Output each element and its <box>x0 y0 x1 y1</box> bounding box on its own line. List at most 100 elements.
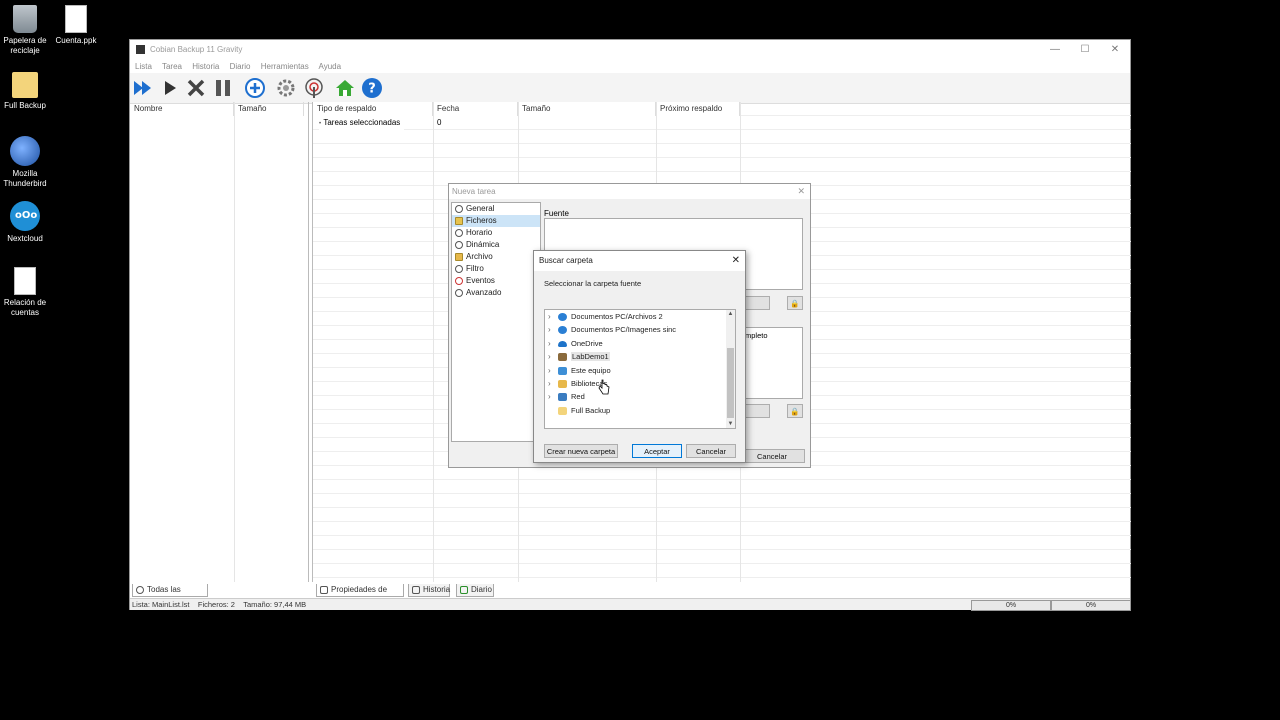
tree-item[interactable]: › Documentos PC/Archivos 2 <box>545 310 735 323</box>
tree-scrollbar[interactable]: ▲ ▼ <box>726 310 735 428</box>
menu-historia[interactable]: Historia <box>192 62 219 71</box>
column-header-nombre[interactable]: Nombre <box>130 102 234 116</box>
scroll-up-icon[interactable]: ▲ <box>726 310 735 318</box>
tree-item[interactable]: › OneDrive <box>545 337 735 350</box>
chevron-right-icon[interactable]: › <box>548 323 551 336</box>
pause-icon[interactable] <box>212 77 234 99</box>
tree-item[interactable]: › LabDemo1 <box>545 350 735 363</box>
accept-button[interactable]: Aceptar <box>632 444 682 458</box>
tree-item[interactable]: › Red <box>545 390 735 403</box>
desktop-icon-recycle-bin[interactable]: Papelera de reciclaje <box>1 5 49 56</box>
browse-folder-dialog: Buscar carpeta ✕ Seleccionar la carpeta … <box>533 250 746 463</box>
schedule-icon <box>455 229 463 237</box>
section-ficheros[interactable]: Ficheros <box>452 215 540 227</box>
section-general[interactable]: General <box>452 203 540 215</box>
tab-label: Diario <box>471 585 492 594</box>
history-icon <box>412 586 420 594</box>
section-filtro[interactable]: Filtro <box>452 263 540 275</box>
desktop-icon-relacion[interactable]: Relación de cuentas <box>1 267 49 318</box>
desktop-icon-full-backup[interactable]: Full Backup <box>1 72 49 111</box>
sync-folder-icon <box>558 326 567 335</box>
broadcast-icon[interactable] <box>303 77 325 99</box>
section-eventos[interactable]: Eventos <box>452 275 540 287</box>
status-files: Ficheros: 2 <box>197 600 235 609</box>
stop-icon[interactable] <box>185 77 207 99</box>
close-icon[interactable]: ✕ <box>1100 40 1130 60</box>
tree-item[interactable]: › Bibliotecas <box>545 377 735 390</box>
menu-herramientas[interactable]: Herramientas <box>261 62 309 71</box>
settings-gear-icon[interactable] <box>275 77 297 99</box>
desktop-icon-nextcloud[interactable]: oOo Nextcloud <box>1 201 49 244</box>
scrollbar-thumb[interactable] <box>727 348 734 418</box>
destination-lock-button[interactable]: 🔒 <box>787 404 803 418</box>
column-header-tamano[interactable]: Tamaño <box>234 102 304 116</box>
desktop-icon-label: Cuenta.ppk <box>55 36 97 45</box>
home-icon[interactable] <box>334 77 356 99</box>
row-value: 0 <box>437 118 442 127</box>
cancel-button[interactable]: Cancelar <box>739 449 805 463</box>
folder-tree[interactable]: › Documentos PC/Archivos 2 › Documentos PC… <box>544 309 736 429</box>
hand-cursor-icon <box>598 379 610 395</box>
section-dinamica[interactable]: Dinámica <box>452 239 540 251</box>
dynamic-icon <box>455 241 463 249</box>
chevron-right-icon[interactable]: › <box>548 337 551 350</box>
desktop-icon-label: Nextcloud <box>7 234 43 243</box>
chevron-right-icon[interactable]: › <box>548 364 551 377</box>
task-section-list: General Ficheros Horario Dinámica Archiv… <box>451 202 541 442</box>
task-list-pane[interactable]: Nombre Tamaño <box>130 102 309 582</box>
minimize-icon[interactable]: — <box>1040 40 1070 60</box>
menu-diario[interactable]: Diario <box>230 62 251 71</box>
fuente-label: Fuente <box>544 209 569 218</box>
menu-ayuda[interactable]: Ayuda <box>319 62 342 71</box>
menu-lista[interactable]: Lista <box>135 62 152 71</box>
lock-icon: 🔒 <box>790 299 800 308</box>
section-archivo[interactable]: Archivo <box>452 251 540 263</box>
dialog-title[interactable]: Nueva tarea ✕ <box>449 184 810 199</box>
network-icon <box>558 393 567 402</box>
log-icon <box>460 586 468 594</box>
app-icon <box>136 45 145 54</box>
tree-item[interactable]: Full Backup <box>545 404 735 417</box>
chevron-right-icon[interactable]: › <box>548 350 551 363</box>
column-header-tipo[interactable]: Tipo de respaldo <box>313 102 433 116</box>
section-avanzado[interactable]: Avanzado <box>452 287 540 299</box>
chevron-right-icon[interactable]: › <box>548 377 551 390</box>
menu-tarea[interactable]: Tarea <box>162 62 182 71</box>
dialog-prompt: Seleccionar la carpeta fuente <box>544 279 642 288</box>
tab-diario[interactable]: Diario <box>456 584 494 597</box>
file-icon <box>65 5 87 33</box>
lock-icon: 🔒 <box>790 407 800 416</box>
help-icon[interactable]: ? <box>361 77 383 99</box>
scroll-down-icon[interactable]: ▼ <box>726 420 735 428</box>
desktop-icon-thunderbird[interactable]: Mozilla Thunderbird <box>1 136 49 189</box>
close-icon[interactable]: ✕ <box>732 251 740 271</box>
column-header-tamano-2[interactable]: Tamaño <box>518 102 656 116</box>
column-header-proximo[interactable]: Próximo respaldo <box>656 102 740 116</box>
section-horario[interactable]: Horario <box>452 227 540 239</box>
source-lock-button[interactable]: 🔒 <box>787 296 803 310</box>
run-all-icon[interactable] <box>132 77 154 99</box>
progress-bar-2: 0% <box>1051 600 1131 611</box>
status-list: Lista: MainList.lst <box>132 600 190 609</box>
title-bar[interactable]: Cobian Backup 11 Gravity — ☐ ✕ <box>130 40 1130 60</box>
tab-historia[interactable]: Historia <box>408 584 450 597</box>
close-icon[interactable]: ✕ <box>797 184 805 199</box>
desktop-icon-label: Full Backup <box>4 101 46 110</box>
chevron-right-icon[interactable]: › <box>548 310 551 323</box>
dialog-title[interactable]: Buscar carpeta ✕ <box>534 251 745 271</box>
chevron-right-icon[interactable]: › <box>548 390 551 403</box>
desktop-icon-label: Relación de cuentas <box>3 298 47 317</box>
recycle-bin-icon <box>13 5 37 33</box>
tree-item[interactable]: › Este equipo <box>545 364 735 377</box>
tab-propiedades[interactable]: Propiedades de tarea <box>316 584 404 606</box>
desktop-icon-cuenta-ppk[interactable]: Cuenta.ppk <box>52 5 100 46</box>
cancel-button[interactable]: Cancelar <box>686 444 736 458</box>
folder-icon <box>558 406 567 415</box>
tab-todas-las-tareas[interactable]: Todas las tareas <box>132 584 208 606</box>
column-header-fecha[interactable]: Fecha <box>433 102 518 116</box>
maximize-icon[interactable]: ☐ <box>1070 40 1100 60</box>
add-task-icon[interactable] <box>244 77 266 99</box>
tree-item[interactable]: › Documentos PC/Imagenes sinc <box>545 323 735 336</box>
run-icon[interactable] <box>159 77 181 99</box>
new-folder-button[interactable]: Crear nueva carpeta <box>544 444 618 458</box>
